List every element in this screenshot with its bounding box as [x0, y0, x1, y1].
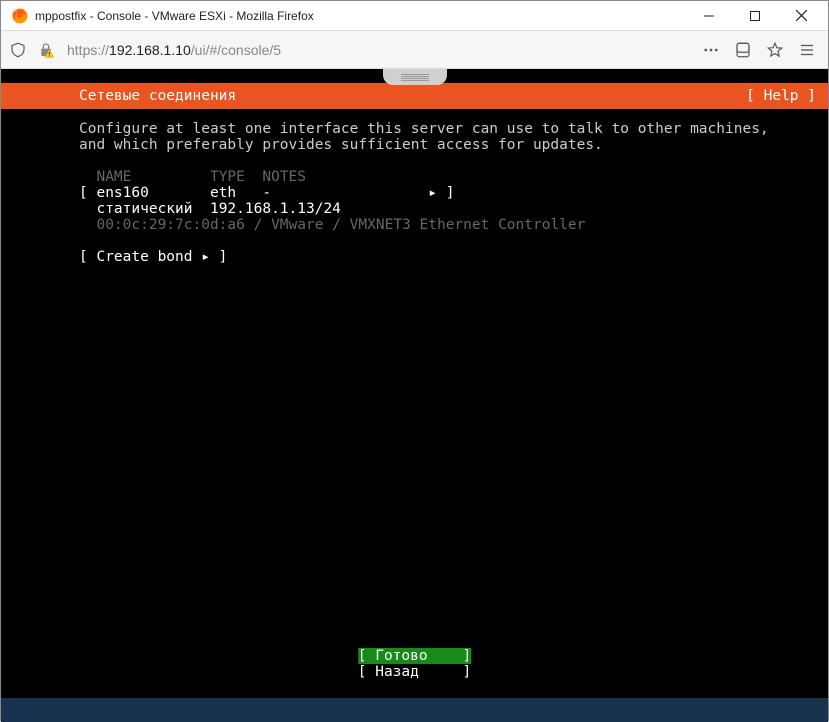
window-controls	[686, 1, 824, 31]
maximize-button[interactable]	[732, 1, 778, 31]
column-headers: NAME TYPE NOTES	[79, 169, 306, 185]
installer-header: Сетевые соединения [ Help ]	[1, 83, 828, 109]
instruction-line-1: Configure at least one interface this se…	[79, 121, 769, 137]
action-buttons: [ Готово ] [ Назад ]	[358, 648, 472, 680]
interface-row[interactable]: [ ens160 eth - ▸ ]	[79, 185, 454, 201]
lock-warning-icon[interactable]	[37, 41, 55, 59]
minimize-button[interactable]	[686, 1, 732, 31]
url-scheme: https://	[67, 42, 109, 58]
close-button[interactable]	[778, 1, 824, 31]
help-button[interactable]: [ Help ]	[746, 88, 816, 104]
url-input[interactable]: https://192.168.1.10/ui/#/console/5	[65, 38, 692, 62]
installer-title: Сетевые соединения	[79, 88, 236, 104]
vmware-pull-tab[interactable]	[383, 69, 447, 85]
instruction-line-2: and which preferably provides sufficient…	[79, 137, 603, 153]
address-bar: https://192.168.1.10/ui/#/console/5	[1, 31, 828, 69]
bookmark-star-icon[interactable]	[766, 41, 784, 59]
create-bond-button[interactable]: [ Create bond ▸ ]	[79, 249, 227, 265]
terminal-body: Configure at least one interface this se…	[1, 109, 828, 265]
interface-hw-row: 00:0c:29:7c:0d:a6 / VMware / VMXNET3 Eth…	[79, 217, 585, 233]
interface-config-row: статический 192.168.1.13/24	[79, 201, 341, 217]
grip-icon	[401, 74, 429, 81]
window-titlebar: mppostfix - Console - VMware ESXi - Mozi…	[1, 1, 828, 31]
page-actions-icon[interactable]	[702, 41, 720, 59]
tracking-shield-icon[interactable]	[9, 41, 27, 59]
vmware-status-bar	[1, 698, 828, 722]
vmware-topstrip	[1, 69, 828, 83]
url-path: /ui/#/console/5	[191, 42, 281, 58]
url-host: 192.168.1.10	[109, 42, 191, 58]
hamburger-menu-icon[interactable]	[798, 41, 816, 59]
window-title: mppostfix - Console - VMware ESXi - Mozi…	[35, 9, 686, 23]
firefox-icon	[11, 7, 29, 25]
back-button[interactable]: [ Назад ]	[358, 664, 472, 680]
reader-mode-icon[interactable]	[734, 41, 752, 59]
vmware-console[interactable]: Сетевые соединения [ Help ] Configure at…	[1, 69, 828, 722]
done-button[interactable]: [ Готово ]	[358, 648, 472, 664]
